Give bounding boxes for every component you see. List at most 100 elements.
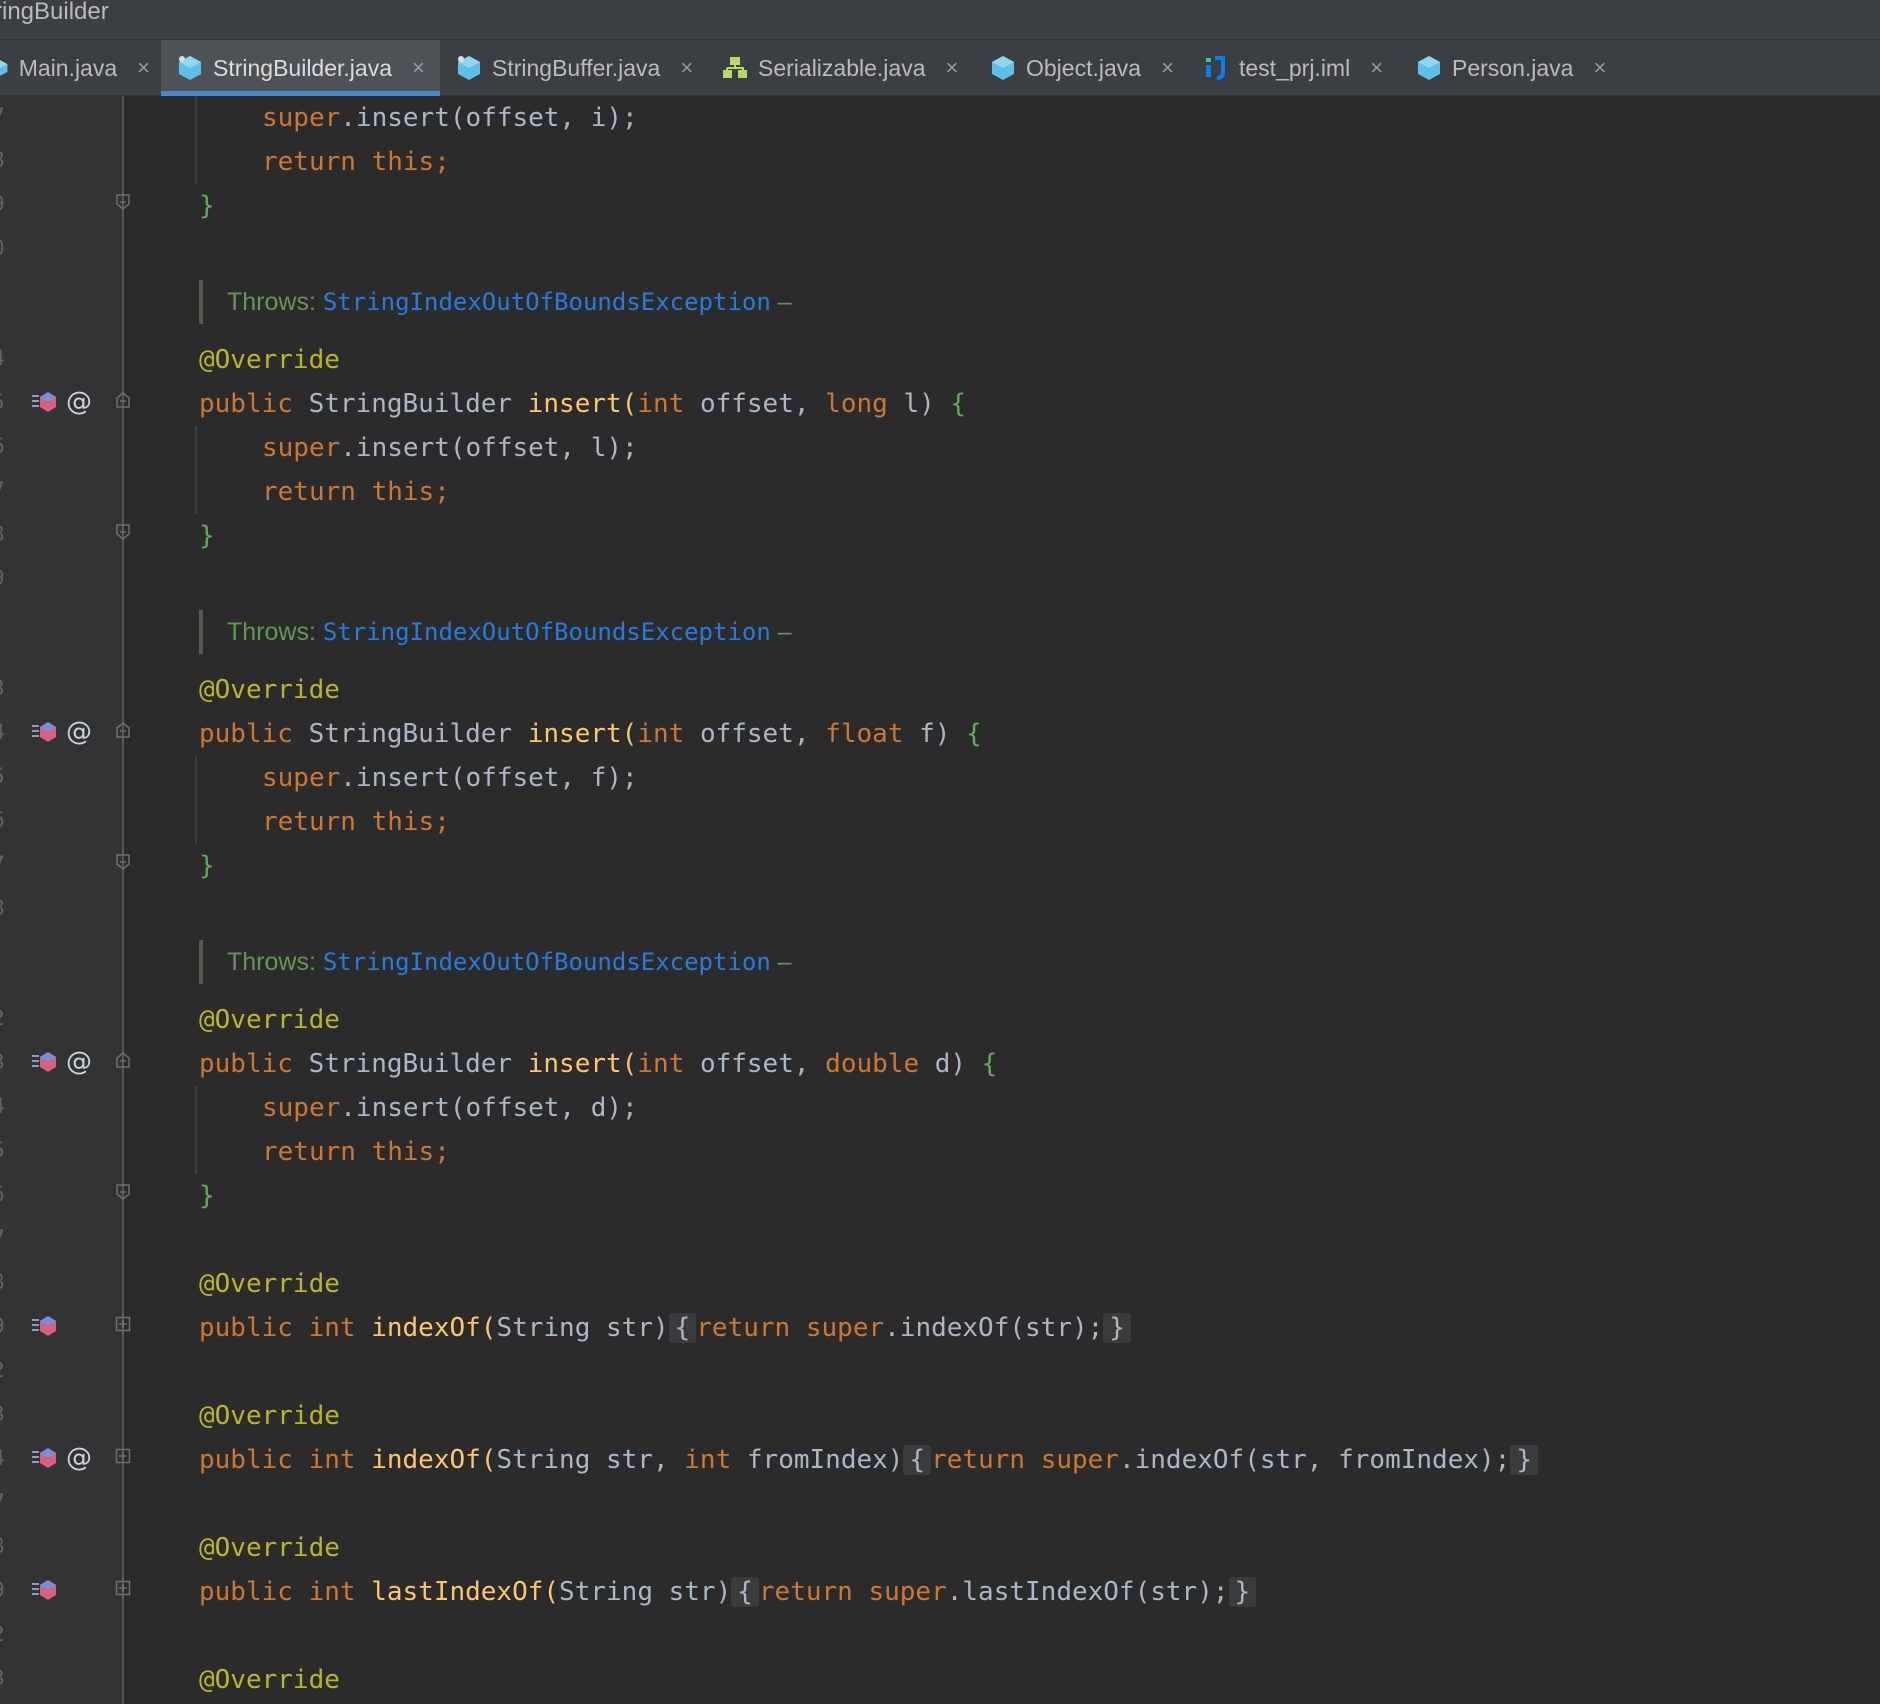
line-number: 2 bbox=[0, 1614, 32, 1654]
annotation-marker-icon[interactable]: @ bbox=[66, 1443, 92, 1473]
fold-expand-icon[interactable] bbox=[115, 1316, 131, 1332]
line-number: 4 bbox=[0, 1438, 32, 1478]
javadoc-throws: Throws: StringIndexOutOfBoundsException … bbox=[199, 280, 792, 324]
line-number: 8 bbox=[0, 888, 32, 928]
tab-stringbuilder-java[interactable]: StringBuilder.java × bbox=[161, 40, 440, 96]
javadoc-throws: Throws: StringIndexOutOfBoundsException … bbox=[199, 610, 792, 654]
code-line: super.insert(offset, f); bbox=[262, 763, 638, 793]
line-number: 4 bbox=[0, 338, 32, 378]
override-marker-icon[interactable] bbox=[30, 1578, 58, 1602]
line-number: 7 bbox=[0, 96, 32, 136]
exception-link[interactable]: StringIndexOutOfBoundsException bbox=[323, 948, 771, 976]
gutter-markers: @ bbox=[30, 712, 92, 752]
close-icon[interactable]: × bbox=[680, 55, 693, 81]
line-number: 2 bbox=[0, 998, 32, 1038]
code-line: } bbox=[199, 191, 215, 221]
line-number: 3 bbox=[0, 1394, 32, 1434]
code-line: @Override bbox=[199, 1005, 340, 1035]
code-line: } bbox=[199, 851, 215, 881]
tab-label: Serializable.java bbox=[758, 54, 926, 81]
line-number: 9 bbox=[0, 1570, 32, 1610]
code-line: super.insert(offset, i); bbox=[262, 103, 638, 133]
tab-person-java[interactable]: Person.java × bbox=[1416, 40, 1616, 96]
folded-block[interactable]: { bbox=[731, 1577, 759, 1607]
code-line: return this; bbox=[262, 1137, 450, 1167]
java-class-icon bbox=[992, 56, 1014, 80]
indent-guide bbox=[195, 426, 197, 514]
close-icon[interactable]: × bbox=[412, 55, 425, 81]
folded-block[interactable]: { bbox=[903, 1445, 932, 1475]
close-icon[interactable]: × bbox=[1593, 55, 1606, 81]
code-line: public int indexOf(String str){return su… bbox=[199, 1306, 1131, 1350]
fold-expand-icon[interactable] bbox=[115, 1580, 131, 1596]
tab-main-java[interactable]: Main.java × bbox=[0, 40, 150, 96]
tab-label: Main.java bbox=[18, 54, 118, 81]
exception-link[interactable]: StringIndexOutOfBoundsException bbox=[323, 288, 771, 316]
code-line: @Override bbox=[199, 1665, 340, 1695]
gutter-markers bbox=[30, 1306, 58, 1346]
line-number: 4 bbox=[0, 1086, 32, 1126]
line-number: 8 bbox=[0, 1526, 32, 1566]
line-number: 8 bbox=[0, 140, 32, 180]
line-number: 3 bbox=[0, 1658, 32, 1698]
override-marker-icon[interactable] bbox=[30, 1050, 58, 1074]
folded-block[interactable]: } bbox=[1510, 1445, 1538, 1475]
code-line: super.insert(offset, l); bbox=[262, 433, 638, 463]
line-number: 9 bbox=[0, 558, 32, 598]
line-number: 0 bbox=[0, 228, 32, 268]
tab-test-prj-iml[interactable]: test_prj.iml × bbox=[1203, 40, 1393, 96]
tab-serializable-java[interactable]: Serializable.java × bbox=[722, 40, 982, 96]
folded-block[interactable]: } bbox=[1228, 1577, 1257, 1607]
window-title: ringBuilder bbox=[0, 0, 109, 25]
interface-icon bbox=[723, 57, 747, 78]
fold-expand-icon[interactable] bbox=[115, 1448, 131, 1464]
line-number: 8 bbox=[0, 1262, 32, 1302]
override-marker-icon[interactable] bbox=[30, 720, 58, 744]
java-class-icon bbox=[1418, 56, 1440, 80]
override-marker-icon[interactable] bbox=[30, 1446, 58, 1470]
code-line: public StringBuilder insert(int offset, … bbox=[199, 719, 982, 749]
close-icon[interactable]: × bbox=[1161, 55, 1174, 81]
tab-label: StringBuffer.java bbox=[492, 54, 661, 81]
gutter-markers: @ bbox=[30, 1438, 92, 1478]
code-line: public StringBuilder insert(int offset, … bbox=[199, 1049, 998, 1079]
code-line: @Override bbox=[199, 675, 340, 705]
code-line: super.insert(offset, d); bbox=[262, 1093, 638, 1123]
line-number: 2 bbox=[0, 1350, 32, 1390]
editor-gutter: 7 8 9 0 4 5 6 7 8 9 3 4 5 6 7 8 2 3 4 5 … bbox=[0, 96, 131, 1704]
annotation-marker-icon[interactable]: @ bbox=[66, 387, 92, 417]
annotation-marker-icon[interactable]: @ bbox=[66, 717, 92, 747]
close-icon[interactable]: × bbox=[137, 55, 150, 81]
gutter-markers bbox=[30, 1570, 58, 1610]
line-number: 6 bbox=[0, 1174, 32, 1214]
override-marker-icon[interactable] bbox=[30, 1314, 58, 1338]
fold-end-icon[interactable] bbox=[115, 194, 131, 210]
fold-start-icon[interactable] bbox=[115, 722, 131, 738]
fold-end-icon[interactable] bbox=[115, 854, 131, 870]
close-icon[interactable]: × bbox=[945, 55, 958, 81]
fold-start-icon[interactable] bbox=[115, 1052, 131, 1068]
code-editor[interactable]: 7 8 9 0 4 5 6 7 8 9 3 4 5 6 7 8 2 3 4 5 … bbox=[0, 96, 1880, 1704]
close-icon[interactable]: × bbox=[1370, 55, 1383, 81]
folded-block[interactable]: { bbox=[668, 1313, 697, 1343]
annotation-marker-icon[interactable]: @ bbox=[66, 1047, 92, 1077]
line-number: 5 bbox=[0, 382, 32, 422]
fold-end-icon[interactable] bbox=[115, 1184, 131, 1200]
indent-guide bbox=[195, 96, 197, 184]
exception-link[interactable]: StringIndexOutOfBoundsException bbox=[323, 618, 771, 646]
code-line: @Override bbox=[199, 345, 340, 375]
tab-label: StringBuilder.java bbox=[213, 54, 392, 81]
title-bar: ringBuilder bbox=[0, 0, 1880, 40]
javadoc-throws: Throws: StringIndexOutOfBoundsException … bbox=[199, 940, 792, 984]
line-number: 7 bbox=[0, 1218, 32, 1258]
code-line: } bbox=[199, 1181, 215, 1211]
line-number: 9 bbox=[0, 1306, 32, 1346]
line-number: 8 bbox=[0, 514, 32, 554]
override-marker-icon[interactable] bbox=[30, 390, 58, 414]
tab-stringbuffer-java[interactable]: StringBuffer.java × bbox=[456, 40, 696, 96]
code-line: public int lastIndexOf(String str){retur… bbox=[199, 1570, 1257, 1614]
tab-object-java[interactable]: Object.java × bbox=[990, 40, 1180, 96]
folded-block[interactable]: } bbox=[1103, 1313, 1131, 1343]
fold-end-icon[interactable] bbox=[115, 524, 131, 540]
fold-start-icon[interactable] bbox=[115, 392, 131, 408]
